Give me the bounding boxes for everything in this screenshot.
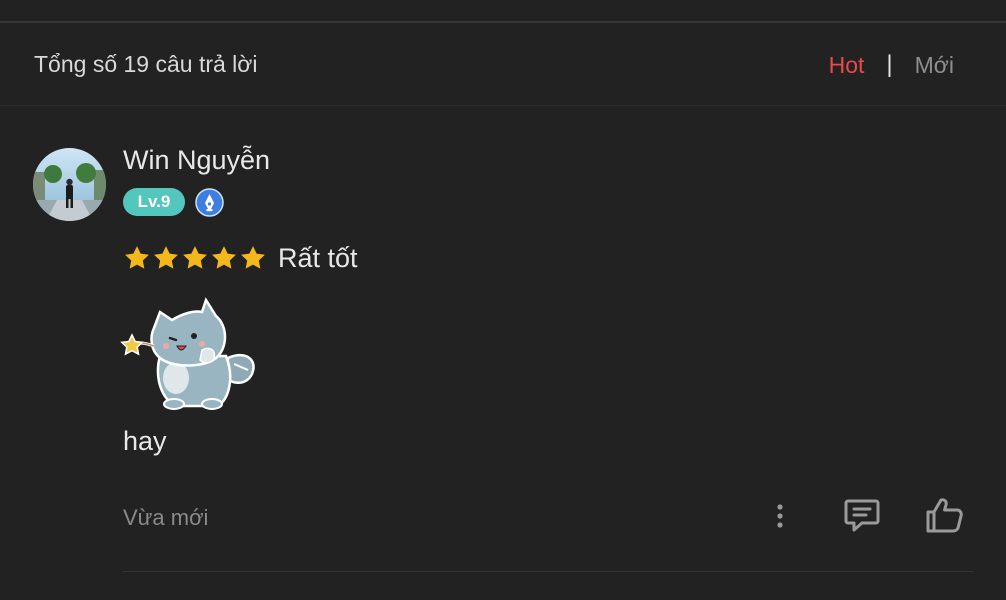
- comment-icon[interactable]: [842, 495, 882, 535]
- star-icon: [125, 246, 149, 269]
- sort-hot-tab[interactable]: Hot: [829, 52, 865, 79]
- rating-stars: [123, 244, 267, 272]
- avatar-photo: [33, 148, 106, 221]
- thumbs-up-icon[interactable]: [923, 494, 965, 536]
- answers-header: Tổng số 19 câu trả lời Hot | Mới: [0, 23, 1006, 106]
- comment-divider: [123, 571, 973, 572]
- star-icon: [212, 246, 236, 269]
- star-icon: [241, 246, 265, 269]
- rating-label: Rất tốt: [278, 243, 358, 273]
- sort-toggle: Hot | Mới: [829, 51, 954, 79]
- more-vertical-icon[interactable]: [767, 498, 793, 534]
- comment-text: hay: [123, 426, 167, 456]
- cat-sticker: [120, 297, 255, 410]
- sort-new-tab[interactable]: Mới: [915, 52, 954, 79]
- username[interactable]: Win Nguyễn: [123, 145, 270, 176]
- comment-time: Vừa mới: [123, 505, 209, 530]
- star-icon: [183, 246, 207, 269]
- avatar[interactable]: [33, 148, 106, 221]
- sort-separator: |: [886, 51, 893, 78]
- star-icon: [154, 246, 178, 269]
- level-badge: Lv.9: [123, 188, 185, 216]
- verified-pen-icon: [195, 188, 224, 217]
- total-answers-label: Tổng số 19 câu trả lời: [34, 51, 258, 77]
